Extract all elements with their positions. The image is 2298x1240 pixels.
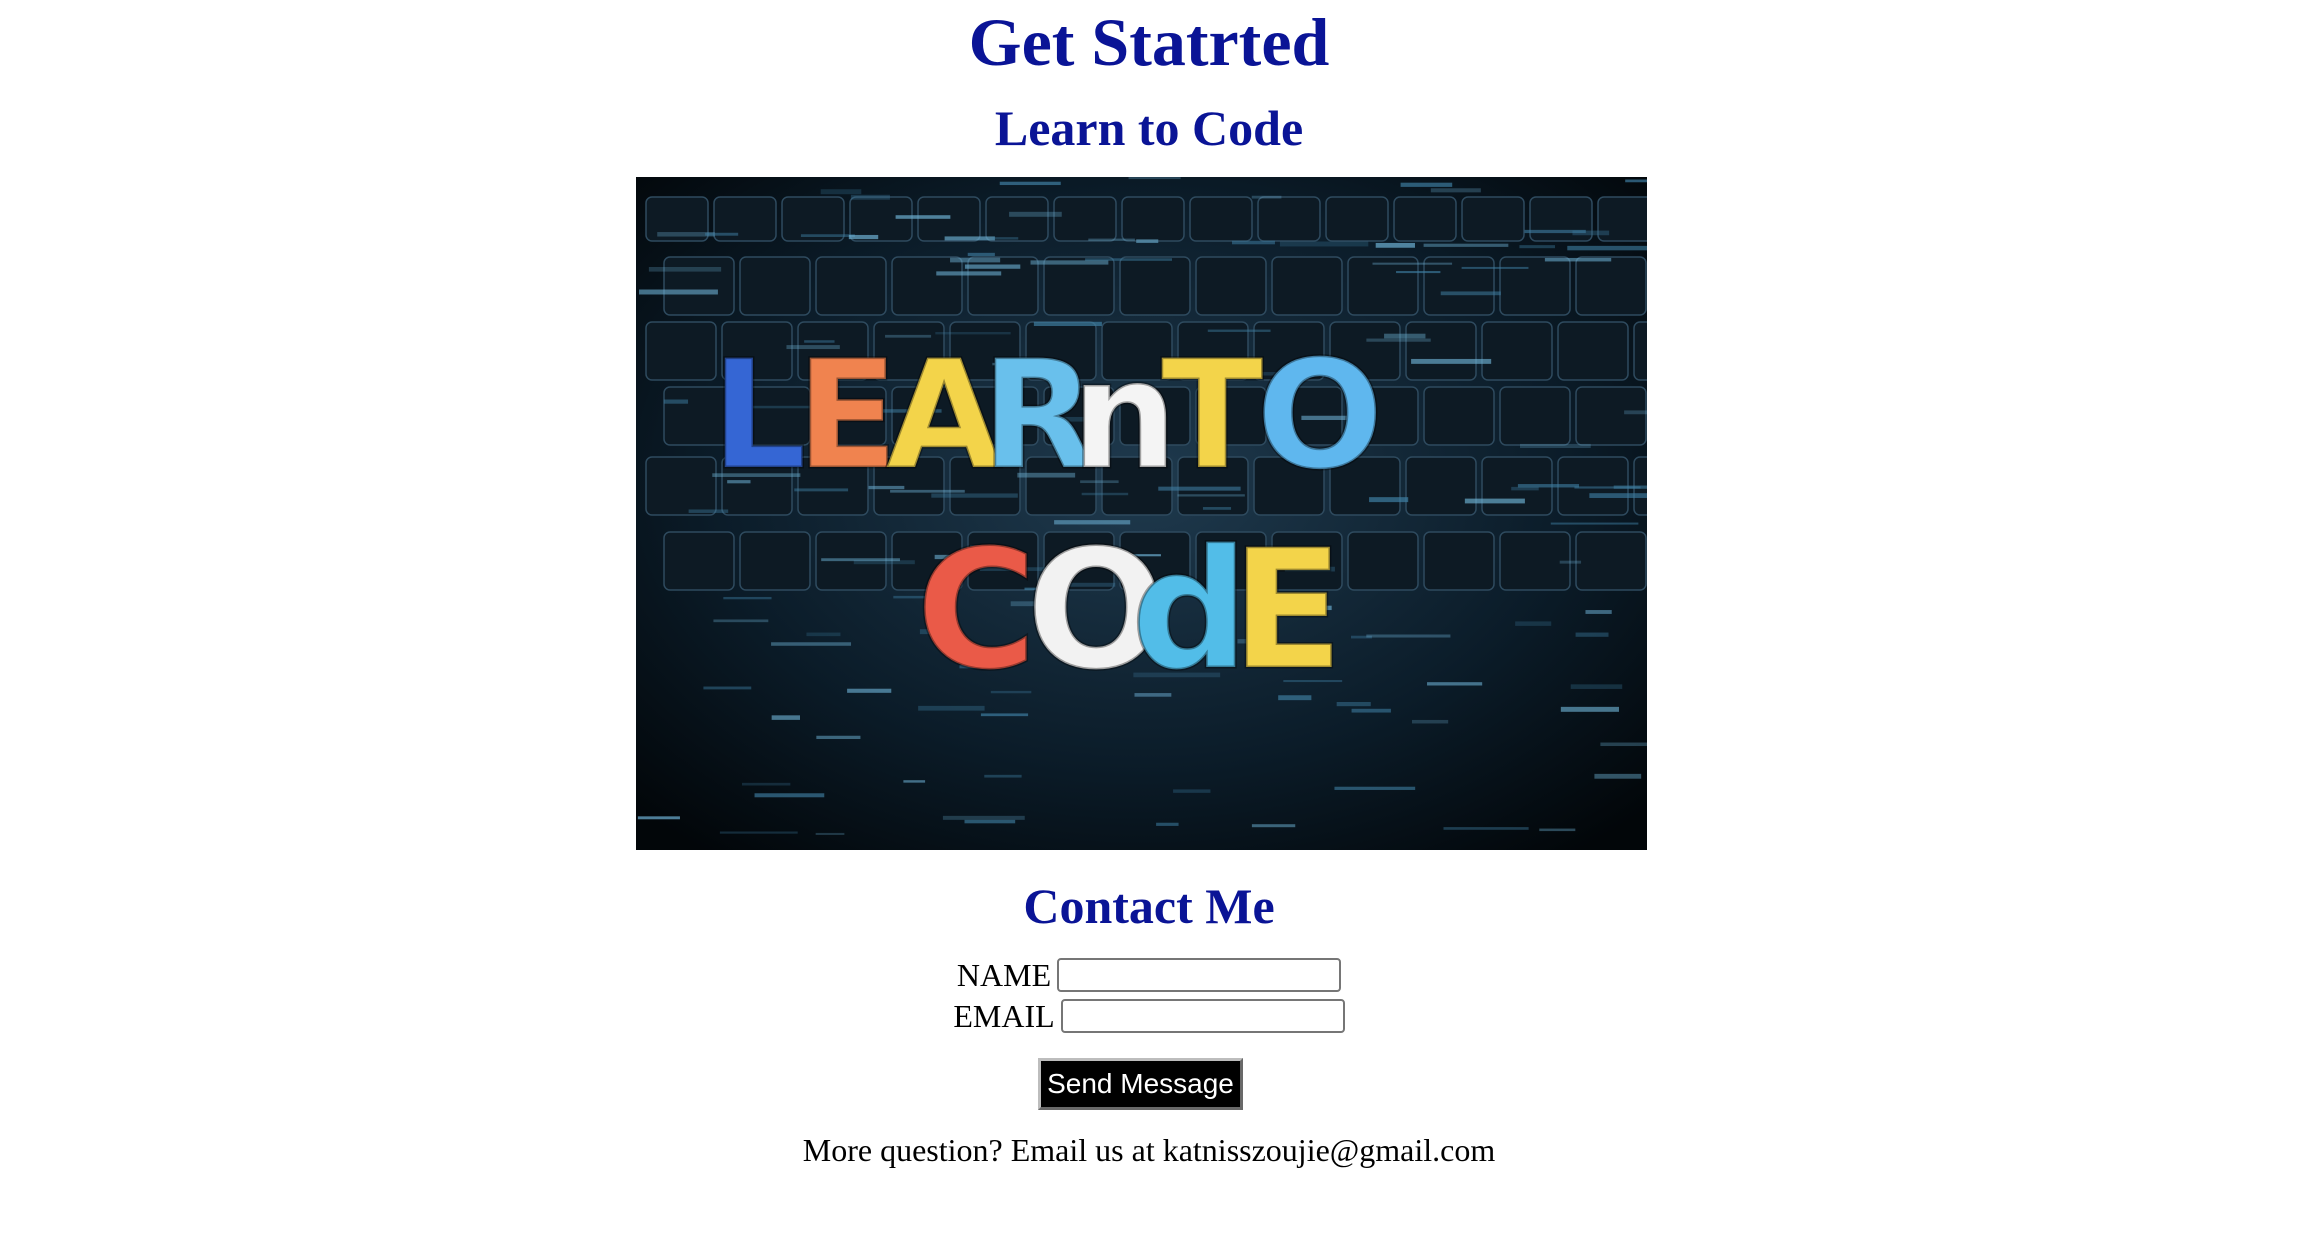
- email-label: EMAIL: [953, 997, 1055, 1034]
- hero-letter: E: [796, 329, 898, 503]
- hero-letter: O: [1256, 329, 1384, 503]
- page-subtitle: Learn to Code: [994, 100, 1304, 156]
- page: Get Statrted Learn to Code LEARnTOCOdE C…: [0, 0, 2298, 1240]
- hero-letter: E: [1231, 514, 1344, 706]
- hero-letter: T: [1161, 329, 1263, 503]
- send-message-button[interactable]: Send Message: [1038, 1058, 1243, 1110]
- footer-note: More question? Email us at katnisszoujie…: [0, 1132, 2298, 1169]
- learn-to-code-image: LEARnTOCOdE: [636, 177, 1647, 850]
- name-label: NAME: [956, 956, 1052, 993]
- keyboard-letters-illustration: LEARnTOCOdE: [636, 177, 1647, 850]
- page-title: Get Statrted: [968, 4, 1330, 80]
- hero-letter: C: [916, 514, 1037, 706]
- email-field[interactable]: [1060, 999, 1345, 1033]
- hero-letter: L: [711, 329, 807, 503]
- footer-prefix: More question? Email us at: [802, 1132, 1163, 1168]
- contact-title: Contact Me: [1023, 878, 1275, 934]
- footer-email-link[interactable]: katnisszoujie@gmail.com: [1163, 1132, 1496, 1168]
- name-field[interactable]: [1057, 958, 1342, 992]
- name-row: NAME: [0, 955, 2298, 995]
- email-row: EMAIL: [0, 996, 2298, 1036]
